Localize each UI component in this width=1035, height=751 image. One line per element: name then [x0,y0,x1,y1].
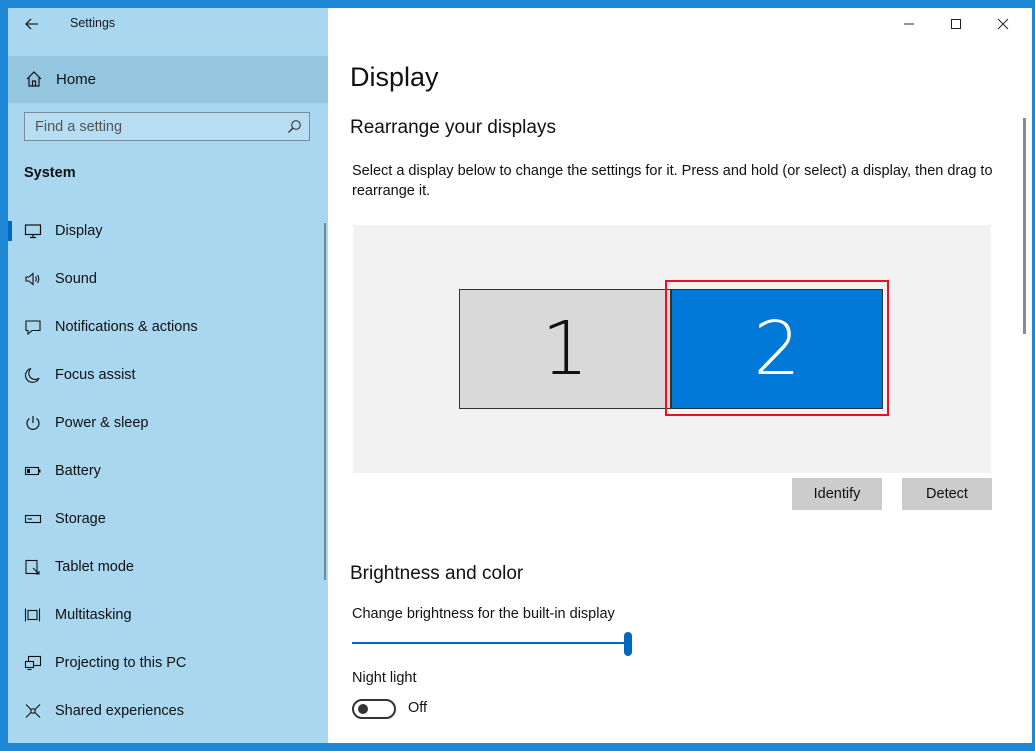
sidebar-item-label: Multitasking [55,607,132,623]
search-input[interactable] [25,113,285,140]
title-bar-left: Settings [8,8,328,40]
maximize-icon[interactable] [946,14,966,34]
sidebar-item-label: Projecting to this PC [55,655,187,671]
back-button[interactable] [22,14,42,34]
sidebar-item-label: Tablet mode [55,559,134,575]
tablet-mode-icon [25,559,40,575]
brightness-slider-label: Change brightness for the built-in displ… [352,606,615,622]
brightness-slider-track[interactable] [352,642,628,644]
sidebar-item-label: Focus assist [55,367,136,383]
back-arrow-icon [25,18,38,30]
identify-button[interactable]: Identify [792,478,882,510]
sidebar-item-sound[interactable]: Sound [8,255,328,303]
sidebar-item-label: Sound [55,271,97,287]
home-icon [26,71,42,87]
search-box[interactable] [24,112,310,141]
sidebar-item-label: Shared experiences [55,703,184,719]
brightness-slider-thumb[interactable] [624,632,632,656]
sidebar-item-display[interactable]: Display [8,207,328,255]
settings-window: Settings Home System Display [8,8,1032,743]
night-light-label: Night light [352,670,417,686]
minimize-icon[interactable] [899,14,919,34]
storage-icon [24,514,42,524]
sidebar-item-multitasking[interactable]: Multitasking [8,591,328,639]
sidebar-item-label: Power & sleep [55,415,149,431]
sidebar-item-tablet-mode[interactable]: Tablet mode [8,543,328,591]
sidebar-item-notifications[interactable]: Notifications & actions [8,303,328,351]
moon-icon [25,367,40,383]
home-nav-item[interactable]: Home [8,56,328,103]
rearrange-description: Select a display below to change the set… [352,163,993,199]
main-content: Display Rearrange your displays Select a… [328,8,1032,743]
main-scrollbar[interactable] [1023,118,1026,334]
close-icon[interactable] [993,14,1013,34]
sidebar-item-label: Battery [55,463,101,479]
section-title: System [24,165,76,181]
night-light-toggle[interactable] [352,699,396,719]
rearrange-heading: Rearrange your displays [350,117,556,138]
projecting-icon [24,655,42,671]
sidebar-item-focus-assist[interactable]: Focus assist [8,351,328,399]
power-icon [26,416,40,430]
sidebar-item-projecting[interactable]: Projecting to this PC [8,639,328,687]
shared-experiences-icon [25,704,41,718]
sidebar-item-storage[interactable]: Storage [8,495,328,543]
monitor-icon [24,224,42,239]
sidebar-nav: Display Sound Notifications & actions Fo… [8,207,328,735]
battery-icon [24,466,41,476]
toggle-knob [358,704,368,714]
app-title: Settings [70,16,116,30]
page-title: Display [350,62,439,92]
sidebar-item-shared-experiences[interactable]: Shared experiences [8,687,328,735]
detect-button[interactable]: Detect [902,478,992,510]
speaker-icon [25,272,40,286]
sidebar: Settings Home System Display [8,8,328,743]
search-icon[interactable] [287,119,302,134]
notification-icon [25,320,41,335]
window-controls [892,8,1032,40]
display-1-tile[interactable]: 1 [459,289,671,409]
night-light-state: Off [408,700,428,716]
sidebar-item-label: Notifications & actions [55,319,198,335]
sidebar-scrollbar[interactable] [324,223,326,580]
display-2-tile[interactable]: 2 [671,289,883,409]
sidebar-item-power-sleep[interactable]: Power & sleep [8,399,328,447]
display-arrangement-area[interactable]: 1 2 [353,225,991,473]
sidebar-item-label: Display [55,223,103,239]
brightness-heading: Brightness and color [350,563,524,584]
home-label: Home [56,71,97,88]
sidebar-item-battery[interactable]: Battery [8,447,328,495]
sidebar-item-label: Storage [55,511,106,527]
multitasking-icon [24,608,41,622]
